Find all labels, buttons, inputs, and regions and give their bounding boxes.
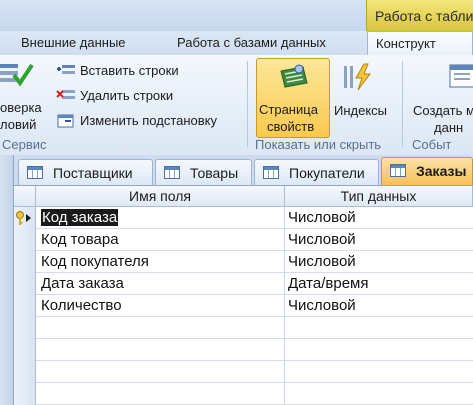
field-name-cell[interactable] [36, 383, 285, 405]
modify-lookup-label: Изменить подстановку [80, 113, 218, 128]
field-name-cell[interactable]: Дата заказа [36, 273, 285, 295]
doc-tab-customers[interactable]: Покупатели [254, 159, 379, 185]
data-type-cell[interactable]: Числовой [285, 251, 473, 273]
navigation-pane[interactable] [0, 155, 14, 405]
doc-tab-products[interactable]: Товары [155, 159, 252, 185]
table-row[interactable] [14, 383, 473, 405]
ribbon-separator [247, 61, 248, 147]
table-row[interactable] [14, 339, 473, 361]
insert-rows-label: Вставить строки [80, 63, 179, 78]
create-data-macros-button[interactable]: Создать м данн [410, 58, 473, 136]
doc-tab-label: Заказы [416, 163, 467, 179]
delete-rows-icon [56, 90, 75, 99]
create-data-macros-label-1: Создать м [413, 103, 473, 118]
row-selector[interactable] [14, 317, 36, 339]
delete-rows-label: Удалить строки [80, 88, 174, 103]
property-sheet-icon [280, 64, 308, 88]
tab-database-tools[interactable]: Работа с базами данных [177, 35, 326, 50]
column-header-data-type[interactable]: Тип данных [285, 186, 473, 207]
check-rules-label-1: оверка [0, 100, 42, 115]
indexes-label: Индексы [334, 103, 388, 118]
table-row[interactable]: Код покупателя Числовой [14, 251, 473, 273]
row-selector[interactable] [14, 207, 36, 229]
table-icon [263, 166, 279, 179]
ribbon-panel: оверка ловий Вставить строки Удалить стр… [0, 55, 473, 156]
check-rules-icon [0, 63, 34, 87]
tab-external-data[interactable]: Внешние данные [21, 35, 126, 50]
table-row[interactable]: Код заказа Числовой [14, 207, 473, 229]
data-type-cell[interactable] [285, 361, 473, 383]
row-selector[interactable] [14, 251, 36, 273]
create-data-macros-icon [449, 64, 473, 88]
group-label-service: Сервис [2, 137, 47, 152]
row-selector[interactable] [14, 273, 36, 295]
context-group-table-tools: Работа с табли [366, 0, 473, 31]
field-name-cell[interactable]: Количество [36, 295, 285, 317]
doc-tab-label: Товары [190, 165, 239, 181]
data-type-cell[interactable]: Дата/время [285, 273, 473, 295]
table-row[interactable]: Количество Числовой [14, 295, 473, 317]
insert-rows-button[interactable]: Вставить строки [56, 61, 236, 81]
check-rules-button[interactable]: оверка ловий [0, 55, 50, 133]
indexes-button[interactable]: Индексы [332, 58, 394, 136]
delete-rows-button[interactable]: Удалить строки [56, 86, 236, 106]
group-label-show-hide: Показать или скрыть [255, 137, 382, 152]
data-type-cell[interactable]: Числовой [285, 295, 473, 317]
field-name-cell[interactable] [36, 339, 285, 361]
ribbon-tab-row: Внешние данные Работа с базами данных Ко… [0, 31, 473, 55]
context-group-label: Работа с табли [375, 8, 473, 24]
row-selector[interactable] [14, 383, 36, 405]
table-row[interactable] [14, 317, 473, 339]
field-name-cell[interactable] [36, 317, 285, 339]
field-name-cell[interactable]: Код покупателя [36, 251, 285, 273]
property-sheet-button[interactable]: Страница свойств [256, 58, 330, 138]
property-sheet-label-1: Страница [259, 102, 318, 117]
group-label-events: Событ [412, 137, 452, 152]
table-row[interactable]: Код товара Числовой [14, 229, 473, 251]
data-type-cell[interactable] [285, 317, 473, 339]
property-sheet-label-2: свойств [267, 119, 315, 134]
row-selector[interactable] [14, 339, 36, 361]
table-icon [164, 166, 180, 179]
table-row[interactable] [14, 361, 473, 383]
field-name-cell[interactable]: Код заказа [36, 207, 285, 229]
insert-rows-icon [57, 65, 75, 74]
row-selector[interactable] [14, 295, 36, 317]
data-type-cell[interactable] [285, 383, 473, 405]
row-selector[interactable] [14, 229, 36, 251]
doc-tab-orders[interactable]: Заказы [381, 157, 473, 185]
table-design-grid: Имя поля Тип данных Код заказа Числовой … [14, 186, 473, 405]
document-tab-bar: Поставщики Товары Покупатели Заказы [14, 155, 473, 186]
doc-tab-label: Поставщики [53, 165, 133, 181]
indexes-icon [344, 63, 371, 91]
table-icon [390, 164, 406, 177]
doc-tab-suppliers[interactable]: Поставщики [18, 159, 153, 185]
ribbon-separator [402, 61, 403, 147]
create-data-macros-label-2: данн [434, 120, 464, 135]
primary-key-icon [16, 211, 31, 225]
doc-tab-label: Покупатели [289, 165, 365, 181]
modify-lookup-icon [57, 114, 74, 128]
row-selector-header[interactable] [14, 186, 36, 207]
field-name-value: Код заказа [41, 209, 119, 226]
modify-lookup-button[interactable]: Изменить подстановку [56, 111, 246, 131]
data-type-cell[interactable] [285, 339, 473, 361]
field-name-cell[interactable]: Код товара [36, 229, 285, 251]
data-type-cell[interactable]: Числовой [285, 207, 473, 229]
table-icon [27, 166, 43, 179]
field-name-cell[interactable] [36, 361, 285, 383]
table-row[interactable]: Дата заказа Дата/время [14, 273, 473, 295]
row-selector[interactable] [14, 361, 36, 383]
data-type-cell[interactable]: Числовой [285, 229, 473, 251]
check-rules-label-2: ловий [0, 117, 37, 132]
column-header-field-name[interactable]: Имя поля [36, 186, 285, 207]
tab-design[interactable]: Конструкт [367, 31, 473, 55]
